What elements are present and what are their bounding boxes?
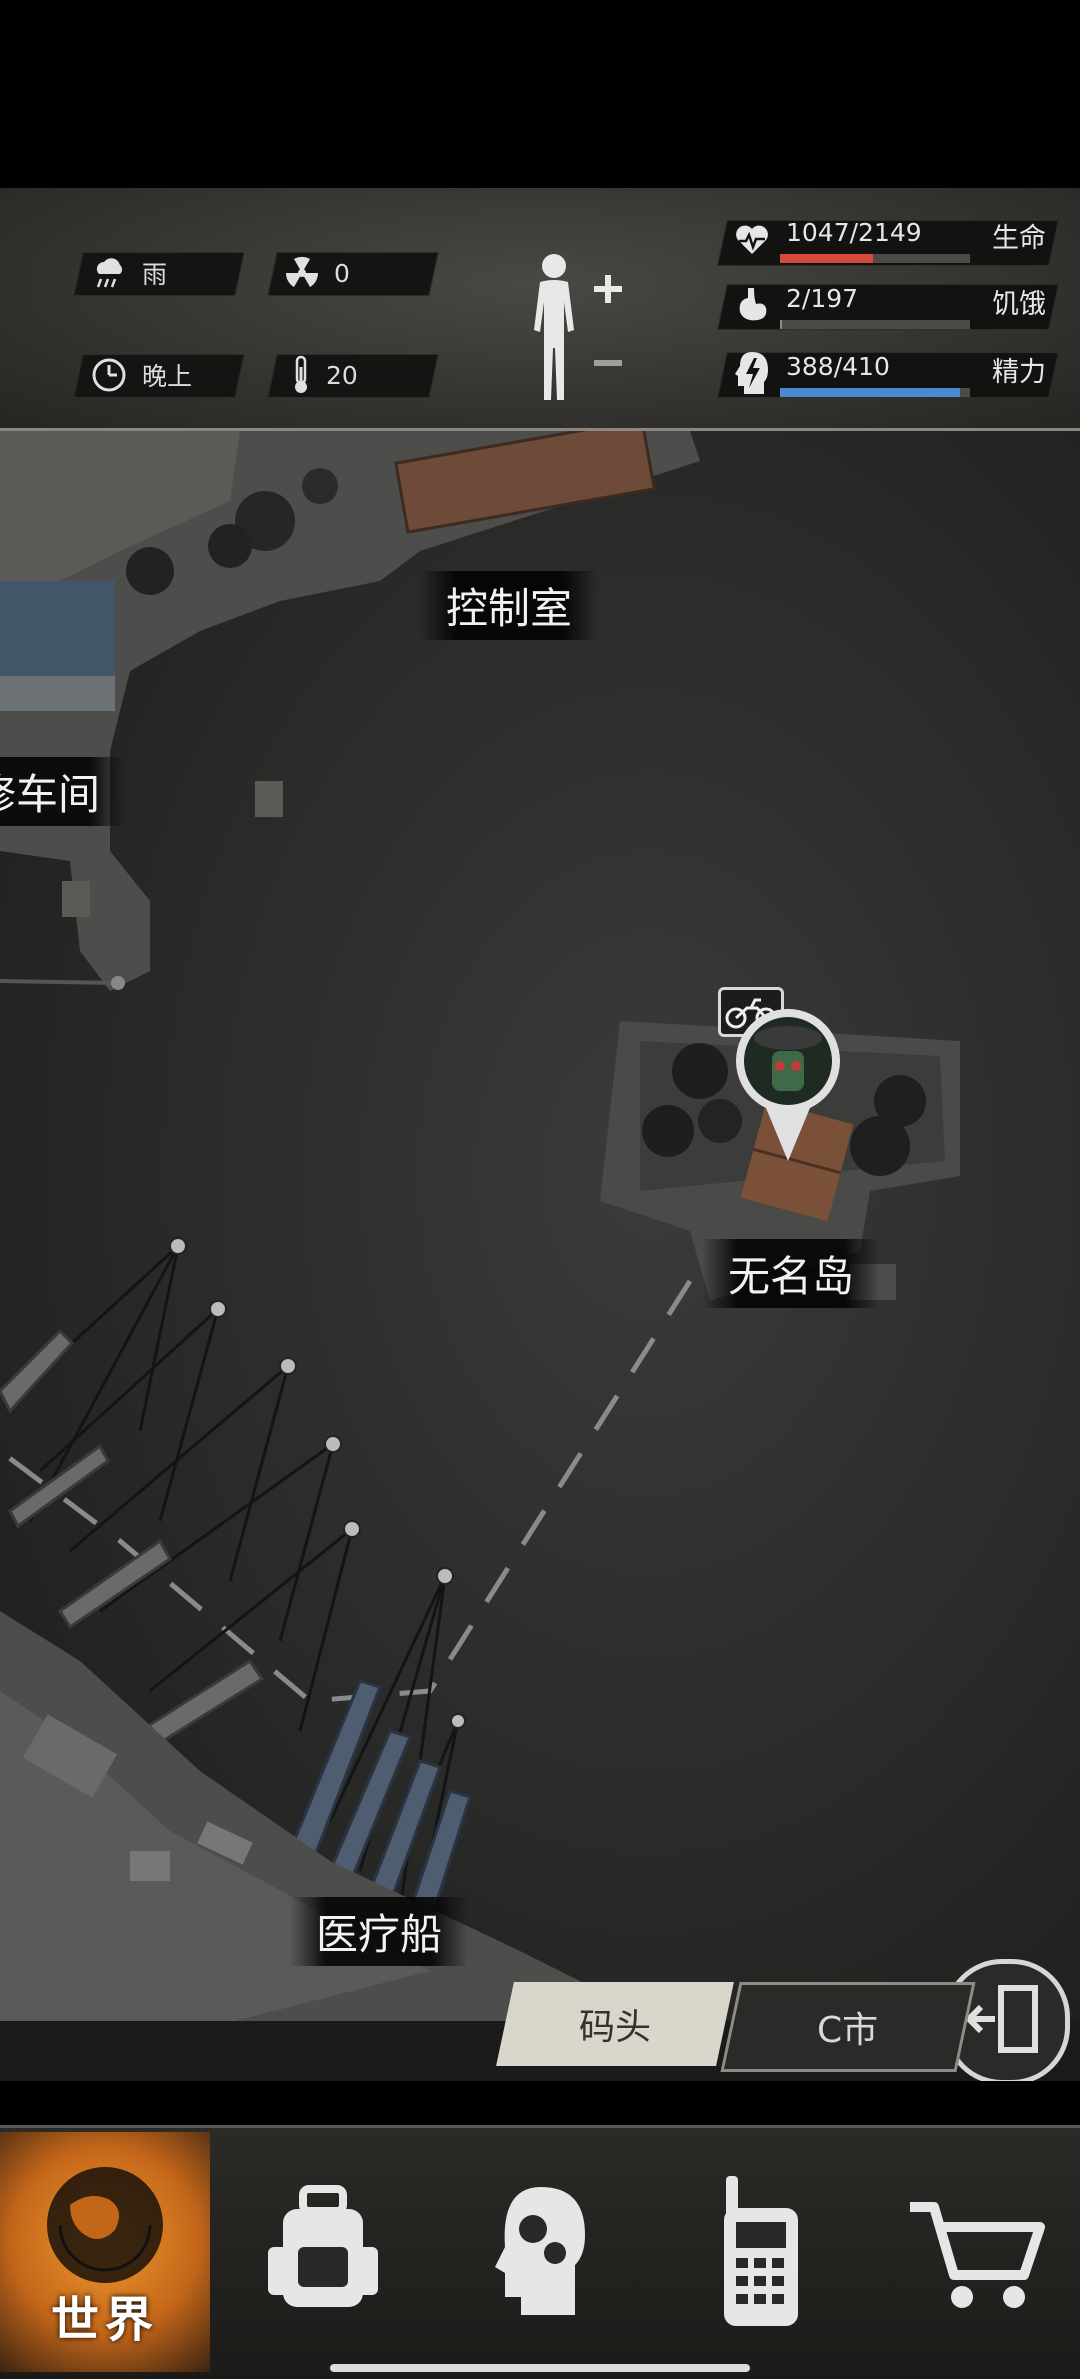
time-stat: 晚上 [90, 354, 192, 396]
radiation-value: 0 [334, 258, 350, 288]
health-label: 生命 [992, 223, 1046, 254]
tab-current-location[interactable]: 码头 [496, 1982, 734, 2066]
thermometer-icon [295, 355, 307, 393]
health-bar [780, 254, 970, 263]
hunger-label: 饥饿 [992, 289, 1046, 320]
world-map[interactable]: 控制室 修车间 无名岛 医疗船 [0, 431, 1080, 2081]
shop-cart-icon [910, 2202, 1045, 2308]
health-bar-fill [780, 254, 873, 263]
energy-bar [780, 388, 970, 397]
radiation-icon [285, 256, 319, 287]
home-indicator[interactable] [330, 2364, 750, 2372]
place-garage[interactable]: 修车间 [0, 757, 127, 826]
place-nameless-island[interactable]: 无名岛 [702, 1239, 881, 1308]
backpack-icon [268, 2185, 378, 2307]
nav-shop[interactable] [872, 2132, 1080, 2372]
nav-world[interactable]: 世界 [0, 2132, 210, 2372]
body-status-icon[interactable] [524, 250, 624, 410]
stomach-icon [739, 288, 767, 321]
hunger-bar-fill [780, 320, 782, 329]
energy-label: 精力 [992, 357, 1046, 388]
hunger-bar [780, 320, 970, 329]
energy-bar-fill [780, 388, 960, 397]
energy-value: 388/410 [786, 352, 890, 381]
heart-icon [736, 225, 768, 254]
temperature-stat: 20 [290, 354, 358, 396]
nav-radio[interactable] [654, 2132, 864, 2372]
hunger-value: 2/197 [786, 284, 859, 313]
tab-current-location-label: 码头 [578, 2007, 651, 2048]
temperature-value: 20 [326, 360, 358, 390]
weather-value: 雨 [142, 260, 168, 289]
nav-backpack[interactable] [218, 2132, 428, 2372]
place-medical-ship[interactable]: 医疗船 [290, 1897, 469, 1966]
radio-icon [724, 2176, 798, 2326]
place-control-room[interactable]: 控制室 [420, 571, 599, 640]
skills-head-icon [495, 2187, 585, 2315]
nav-world-label: 世界 [50, 2292, 159, 2348]
weather-stat: 雨 [90, 252, 167, 294]
time-value: 晚上 [142, 362, 193, 391]
tab-destination[interactable]: C市 [720, 1982, 976, 2072]
nav-skills[interactable] [436, 2132, 646, 2372]
world-icon [47, 2167, 163, 2283]
clock-icon [92, 358, 126, 392]
player-marker[interactable] [728, 996, 848, 1166]
radiation-stat: 0 [284, 252, 350, 294]
rain-cloud-icon [96, 258, 123, 288]
tab-destination-label: C市 [817, 2010, 879, 2051]
energy-head-icon [735, 352, 768, 394]
map-terrain [0, 431, 1080, 2081]
health-value: 1047/2149 [786, 218, 922, 247]
